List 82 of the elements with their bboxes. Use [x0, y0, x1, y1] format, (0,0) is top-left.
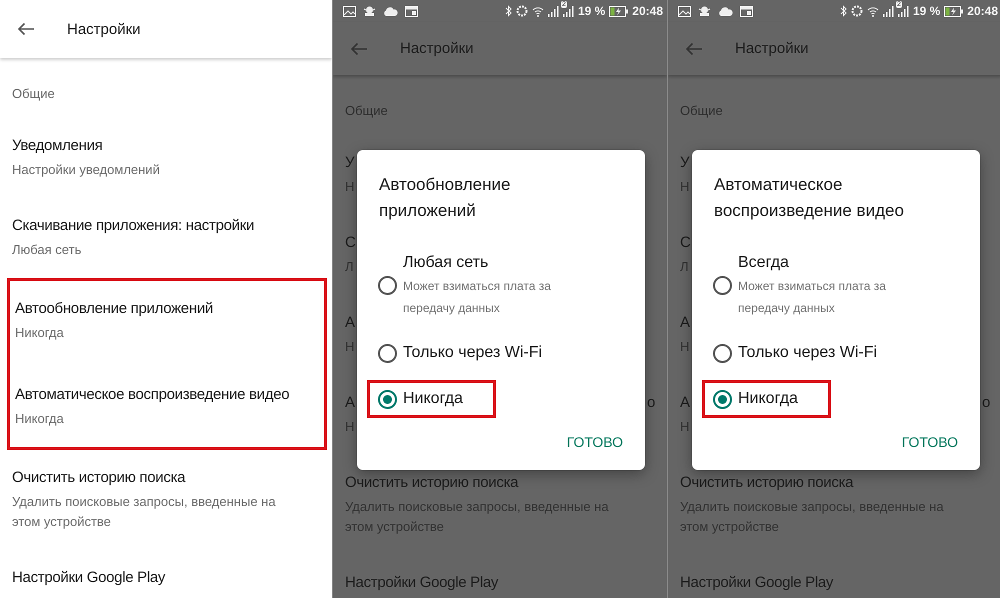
- wifi-icon: [532, 6, 544, 16]
- radio-button[interactable]: [713, 390, 732, 408]
- battery-percent: 19 %: [912, 4, 940, 18]
- done-button[interactable]: ГОТОВО: [902, 428, 958, 456]
- setting-title: С: [680, 233, 691, 253]
- setting-title: Очистить историю поиска: [12, 468, 186, 488]
- setting-title: У: [680, 153, 690, 173]
- wifi-icon: [866, 6, 879, 16]
- image-icon: [343, 6, 356, 16]
- setting-value: Никогда: [15, 324, 64, 342]
- battery-charging-icon: [609, 6, 628, 16]
- option-label: Всегда: [738, 253, 790, 273]
- ring-icon: [850, 5, 863, 17]
- setting-title: Настройки Google Play: [680, 573, 834, 593]
- setting-value: Удалить поисковые запросы, введенные на этом устройстве: [12, 493, 277, 531]
- toolbar-title: Настройки: [735, 40, 809, 57]
- bluetooth-icon: [840, 5, 847, 17]
- radio-button[interactable]: [713, 276, 732, 294]
- signal-icon: [562, 6, 574, 16]
- setting-title: Автоматическое воспроизведение видео: [15, 385, 290, 405]
- clock: 20:48: [967, 4, 998, 18]
- radio-option[interactable]: Только через Wi-Fi: [702, 334, 884, 372]
- done-button[interactable]: ГОТОВО: [566, 428, 623, 456]
- setting-value: Любая сеть: [12, 241, 82, 259]
- radio-button[interactable]: [713, 344, 732, 362]
- setting-value: Никогда: [15, 410, 64, 428]
- setting-title: У: [345, 153, 354, 173]
- toolbar-title: Настройки: [400, 40, 474, 57]
- signal-icon: [898, 6, 909, 16]
- setting-value: Настройки уведомлений: [12, 161, 160, 179]
- highlighted-setting[interactable]: Автообновление приложений Никогда: [7, 278, 327, 364]
- highlighted-setting[interactable]: Автоматическое воспроизведение видео Никогда: [7, 364, 327, 450]
- cloud-icon: [718, 6, 733, 16]
- dialog-title: Автообновление приложений: [379, 174, 512, 222]
- battery-charging-icon: [944, 6, 964, 16]
- radio-option[interactable]: Всегда Может взиматься плата за передачу данных: [702, 244, 945, 326]
- option-label: Только через Wi-Fi: [738, 343, 878, 363]
- setting-title: Очистить историю поиска: [680, 473, 854, 493]
- radio-option[interactable]: Любая сеть Может взиматься плата за передачу данных: [367, 244, 610, 326]
- setting-title: А: [345, 313, 355, 333]
- setting-title: С: [345, 233, 356, 253]
- section-header: Общие: [12, 86, 55, 100]
- ring-icon: [516, 5, 528, 17]
- back-arrow-icon[interactable]: [17, 22, 35, 36]
- option-hint: Может взиматься плата за передачу данных: [403, 278, 552, 317]
- option-hint: Может взиматься плата за передачу данных: [738, 278, 887, 317]
- highlighted-option[interactable]: Никогда: [367, 380, 496, 418]
- toolbar-title: Настройки: [67, 20, 141, 38]
- setting-item[interactable]: Настройки Google Play: [668, 555, 1000, 598]
- radio-button[interactable]: [378, 344, 397, 362]
- setting-title: Настройки Google Play: [12, 568, 166, 588]
- robot-icon: [363, 5, 376, 17]
- setting-title: Очистить историю поиска: [345, 473, 518, 493]
- radio-button[interactable]: [378, 390, 397, 408]
- setting-item[interactable]: Настройки Google Play: [333, 555, 667, 598]
- setting-title: Автообновление приложений: [15, 299, 213, 319]
- setting-item[interactable]: Уведомления Настройки уведомлений: [0, 118, 332, 198]
- setting-title: Уведомления: [12, 136, 102, 156]
- clock: 20:48: [632, 4, 663, 18]
- radio-button[interactable]: [378, 276, 397, 294]
- setting-item[interactable]: Очистить историю поиска Удалить поисковые запросы, введенные на этом устройстве: [0, 450, 332, 550]
- setting-title: А: [680, 313, 690, 333]
- battery-percent: 19 %: [578, 4, 606, 18]
- cloud-icon: [383, 6, 398, 16]
- setting-item[interactable]: Скачивание приложения: настройки Любая сеть: [0, 198, 332, 278]
- dialog-title: Автоматическое воспроизведение видео: [714, 174, 905, 222]
- option-label: Только через Wi-Fi: [403, 343, 542, 363]
- setting-item[interactable]: Настройки Google Play: [0, 550, 332, 598]
- highlighted-option[interactable]: Никогда: [702, 380, 831, 418]
- option-label: Любая сеть: [403, 253, 490, 273]
- option-label: Никогда: [403, 389, 463, 409]
- setting-title: Настройки Google Play: [345, 573, 498, 593]
- radio-option[interactable]: Только через Wi-Fi: [367, 334, 550, 372]
- robot-icon: [698, 5, 711, 17]
- calendar-icon: [740, 6, 753, 16]
- setting-title: Скачивание приложения: настройки: [12, 216, 254, 236]
- bluetooth-icon: [504, 5, 512, 17]
- signal-icon: [882, 6, 894, 16]
- option-label: Никогда: [738, 389, 798, 409]
- signal-icon: [548, 6, 559, 16]
- calendar-icon: [405, 6, 418, 16]
- image-icon: [678, 6, 691, 16]
